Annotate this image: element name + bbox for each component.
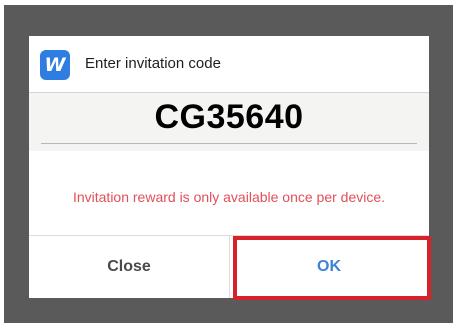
dialog-title: Enter invitation code	[85, 55, 221, 72]
code-area: CG35640	[29, 93, 429, 151]
w-app-icon: W	[40, 50, 70, 80]
dialog-header: W Enter invitation code	[29, 36, 429, 93]
invitation-code-value: CG35640	[154, 98, 304, 136]
invitation-message: Invitation reward is only available once…	[72, 189, 386, 205]
invitation-code-field[interactable]: CG35640	[41, 93, 417, 144]
ok-button[interactable]: OK	[229, 236, 429, 298]
invitation-dialog: W Enter invitation code CG35640 Invitati…	[29, 36, 429, 298]
close-button[interactable]: Close	[29, 236, 229, 298]
